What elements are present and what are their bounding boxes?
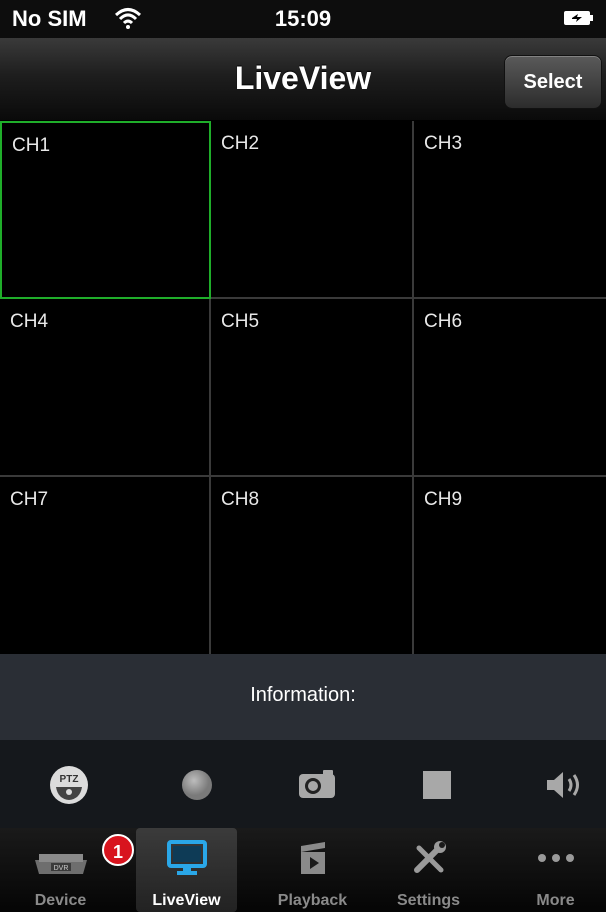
monitor-icon — [166, 840, 207, 875]
channel-cell-6[interactable]: CH6 — [414, 299, 606, 477]
dvr-icon: DVR — [34, 854, 87, 874]
ptz-icon: PTZ — [50, 766, 88, 804]
channel-cell-5[interactable]: CH5 — [211, 299, 414, 477]
tab-settings-label: Settings — [396, 892, 461, 909]
information-panel: Information: — [0, 654, 606, 740]
channel-label: CH3 — [424, 133, 463, 154]
channel-label: CH5 — [221, 311, 260, 332]
svg-text:PTZ: PTZ — [60, 774, 79, 785]
channel-cell-1[interactable]: CH1 — [0, 121, 211, 299]
information-label: Information: — [250, 684, 356, 706]
tab-more-label: More — [536, 892, 575, 909]
stop-button[interactable] — [412, 760, 462, 810]
snapshot-icon — [299, 770, 335, 798]
tab-liveview-label: LiveView — [152, 892, 221, 909]
channel-label: CH7 — [10, 489, 49, 510]
tab-more[interactable]: More — [505, 828, 606, 912]
snapshot-button[interactable] — [292, 760, 342, 810]
tab-liveview[interactable]: LiveView — [136, 828, 237, 912]
tab-bar: DVR 1 Device LiveView Playback Settings — [0, 828, 606, 912]
record-button[interactable] — [172, 760, 222, 810]
control-toolbar: PTZ — [0, 740, 606, 828]
playback-icon — [300, 842, 325, 874]
tab-settings[interactable]: Settings — [378, 828, 479, 912]
navigation-bar: LiveView Select — [0, 38, 606, 121]
channel-cell-4[interactable]: CH4 — [0, 299, 211, 477]
channel-label: CH8 — [221, 489, 260, 510]
channel-label: CH9 — [424, 489, 463, 510]
volume-button[interactable] — [540, 760, 590, 810]
channel-cell-2[interactable]: CH2 — [211, 121, 414, 299]
channel-label: CH1 — [12, 135, 51, 156]
tab-playback-label: Playback — [277, 892, 348, 909]
status-bar: No SIM 15:09 — [0, 0, 606, 38]
more-dots-icon — [537, 854, 574, 862]
record-icon — [182, 770, 212, 800]
tab-device-label: Device — [34, 892, 87, 909]
stop-icon — [423, 771, 451, 799]
channel-label: CH2 — [221, 133, 260, 154]
channel-cell-9[interactable]: CH9 — [414, 477, 606, 654]
tab-device[interactable]: DVR 1 Device — [10, 828, 134, 912]
channel-label: CH4 — [10, 311, 49, 332]
channel-label: CH6 — [424, 311, 463, 332]
channel-cell-7[interactable]: CH7 — [0, 477, 211, 654]
svg-text:DVR: DVR — [53, 865, 68, 872]
channel-grid: CH1 CH2 CH3 CH4 CH5 CH6 CH7 CH8 CH9 — [0, 121, 606, 654]
channel-cell-8[interactable]: CH8 — [211, 477, 414, 654]
volume-icon — [547, 772, 579, 798]
select-button[interactable]: Select — [504, 55, 602, 109]
tools-icon — [413, 841, 446, 873]
battery-icon — [564, 11, 593, 25]
tab-playback[interactable]: Playback — [262, 828, 363, 912]
channel-cell-3[interactable]: CH3 — [414, 121, 606, 299]
ptz-button[interactable]: PTZ — [44, 760, 94, 810]
clock: 15:09 — [274, 6, 332, 31]
notification-badge: 1 — [102, 834, 134, 866]
